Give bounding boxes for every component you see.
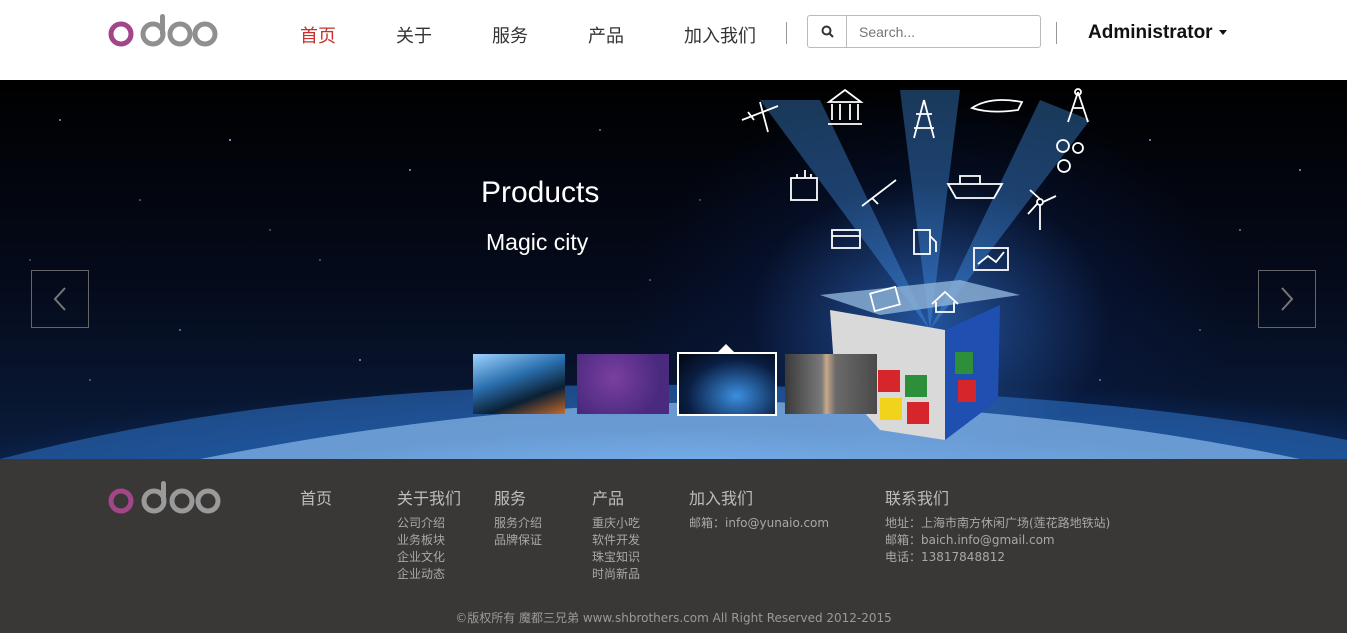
footer-contact-phone: 电话：13817848812	[885, 550, 1005, 564]
monitor-chart-icon	[973, 247, 1009, 271]
credit-card-icon	[831, 229, 861, 249]
nav-products[interactable]: 产品	[588, 22, 624, 48]
top-navbar: 首页 关于 服务 产品 加入我们 Administrator	[0, 0, 1347, 80]
footer-col-join: 加入我们 邮箱：info@yunaio.com	[689, 485, 829, 532]
user-name: Administrator	[1088, 22, 1213, 43]
bank-icon	[826, 88, 864, 125]
footer-col-products: 产品 重庆小吃 软件开发 珠宝知识 时尚新品	[592, 485, 640, 583]
footer-link[interactable]: 公司介绍	[397, 515, 461, 532]
footer-link[interactable]: 服务介绍	[494, 515, 542, 532]
footer-link[interactable]: 软件开发	[592, 532, 640, 549]
footer-contact-email: 邮箱：baich.info@gmail.com	[885, 533, 1055, 547]
power-tower-icon	[913, 99, 935, 139]
footer-col-about: 关于我们 公司介绍 业务板块 企业文化 企业动态	[397, 485, 461, 583]
footer-col-home: 首页	[300, 485, 332, 509]
antenna-icon	[1067, 88, 1089, 123]
money-icon	[869, 285, 901, 313]
nav-home[interactable]: 首页	[300, 22, 336, 48]
carousel-prev-button[interactable]	[31, 270, 89, 328]
footer-heading-services[interactable]: 服务	[494, 485, 542, 509]
gears-icon	[1056, 139, 1084, 173]
caret-down-icon	[1218, 30, 1227, 36]
search-box	[807, 15, 1041, 48]
carousel-next-button[interactable]	[1258, 270, 1316, 328]
slide-subtitle: Magic city	[486, 229, 589, 255]
rocket-icon	[861, 179, 897, 207]
footer-link[interactable]: 珠宝知识	[592, 549, 640, 566]
slide-title: Products	[481, 176, 600, 209]
nav-join-us[interactable]: 加入我们	[684, 22, 756, 48]
footer-heading-about[interactable]: 关于我们	[397, 485, 461, 509]
fuel-pump-icon	[913, 229, 937, 255]
chevron-left-icon	[53, 287, 66, 311]
footer-col-services: 服务 服务介绍 品牌保证	[494, 485, 542, 549]
odoo-logo[interactable]	[108, 12, 218, 52]
airplane-icon	[741, 101, 779, 133]
footer-odoo-logo	[108, 481, 221, 514]
thumbnail-indicator	[718, 344, 734, 352]
footer-heading-contact[interactable]: 联系我们	[885, 485, 1110, 509]
footer-link[interactable]: 企业动态	[397, 566, 461, 583]
thumbnail-magic-city[interactable]	[677, 352, 777, 416]
search-button[interactable]	[808, 16, 847, 47]
footer-col-contact: 联系我们 地址：上海市南方休闲广场(莲花路地铁站) 邮箱：baich.info@…	[885, 485, 1110, 566]
footer-link-home[interactable]: 首页	[300, 485, 332, 509]
wind-turbine-icon	[1027, 189, 1057, 230]
search-input[interactable]	[847, 16, 1040, 47]
search-icon	[821, 25, 834, 38]
train-icon	[969, 99, 1024, 113]
footer-link[interactable]: 时尚新品	[592, 566, 640, 583]
footer-contact-address: 地址：上海市南方休闲广场(莲花路地铁站)	[885, 516, 1111, 530]
hero-carousel: Products Magic city	[0, 80, 1347, 459]
site-footer: 首页 关于我们 公司介绍 业务板块 企业文化 企业动态 服务 服务介绍 品牌保证…	[0, 459, 1347, 633]
footer-link[interactable]: 业务板块	[397, 532, 461, 549]
thumbnail-light-streaks[interactable]	[473, 354, 565, 414]
thumbnail-phone-product[interactable]	[785, 354, 877, 414]
chevron-right-icon	[1281, 287, 1294, 311]
footer-link[interactable]: 企业文化	[397, 549, 461, 566]
user-menu[interactable]: Administrator	[1088, 22, 1227, 44]
footer-heading-join[interactable]: 加入我们	[689, 485, 829, 509]
footer-link[interactable]: 重庆小吃	[592, 515, 640, 532]
house-icon	[931, 290, 959, 313]
ship-icon	[946, 175, 1004, 199]
footer-heading-products[interactable]: 产品	[592, 485, 640, 509]
building-icon	[790, 170, 818, 201]
footer-join-email: 邮箱：info@yunaio.com	[689, 516, 830, 530]
nav-about[interactable]: 关于	[396, 22, 432, 48]
thumbnail-purple-texture[interactable]	[577, 354, 669, 414]
footer-link[interactable]: 品牌保证	[494, 532, 542, 549]
user-divider	[1056, 22, 1057, 44]
floating-icons	[741, 88, 1089, 313]
nav-services[interactable]: 服务	[492, 22, 528, 48]
nav-divider	[786, 22, 787, 44]
copyright-text: ©版权所有 魔都三兄弟 www.shbrothers.com All Right…	[455, 611, 892, 625]
